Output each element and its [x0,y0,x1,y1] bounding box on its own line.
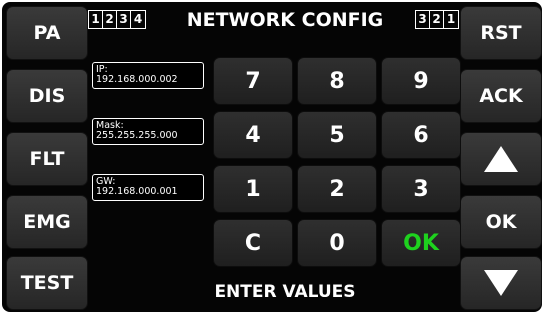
up-button[interactable] [460,132,542,186]
gw-field[interactable]: GW: 192.168.000.001 [92,174,204,201]
ack-button[interactable]: ACK [460,69,542,123]
key-0[interactable]: 0 [297,219,377,267]
triangle-down-icon [484,270,518,296]
key-7[interactable]: 7 [213,57,293,105]
hmi-screen: PA DIS FLT EMG TEST RST ACK OK 1 2 3 4 3… [0,0,546,315]
ip-value: 192.168.000.002 [96,74,178,85]
index-box-left: 1 2 3 4 [88,10,146,29]
emg-button[interactable]: EMG [6,195,88,249]
mask-field[interactable]: Mask: 255.255.255.000 [92,118,204,145]
index-cell: 1 [89,11,103,28]
flt-button[interactable]: FLT [6,132,88,186]
key-5[interactable]: 5 [297,111,377,159]
ok-side-button[interactable]: OK [460,195,542,249]
key-6[interactable]: 6 [381,111,461,159]
status-message: ENTER VALUES [214,282,356,302]
index-cell: 2 [103,11,117,28]
key-8[interactable]: 8 [297,57,377,105]
key-ok[interactable]: OK [381,219,461,267]
gw-value: 192.168.000.001 [96,186,178,197]
key-clear[interactable]: C [213,219,293,267]
key-9[interactable]: 9 [381,57,461,105]
index-cell: 1 [446,12,456,26]
key-4[interactable]: 4 [213,111,293,159]
index-cell: 3 [416,11,430,28]
page-title: NETWORK CONFIG [186,9,384,31]
test-button[interactable]: TEST [6,256,88,310]
index-cell: 3 [117,11,131,28]
ip-field[interactable]: IP: 192.168.000.002 [92,62,204,89]
rst-button[interactable]: RST [460,6,542,60]
index-box-right: 3 2 1 [415,10,459,29]
dis-button[interactable]: DIS [6,69,88,123]
pa-button[interactable]: PA [6,6,88,60]
mask-value: 255.255.255.000 [96,130,178,141]
key-3[interactable]: 3 [381,165,461,213]
down-button[interactable] [460,256,542,310]
index-cell: 2 [430,11,444,28]
index-cell: 4 [133,12,143,26]
key-1[interactable]: 1 [213,165,293,213]
triangle-up-icon [484,146,518,172]
key-2[interactable]: 2 [297,165,377,213]
